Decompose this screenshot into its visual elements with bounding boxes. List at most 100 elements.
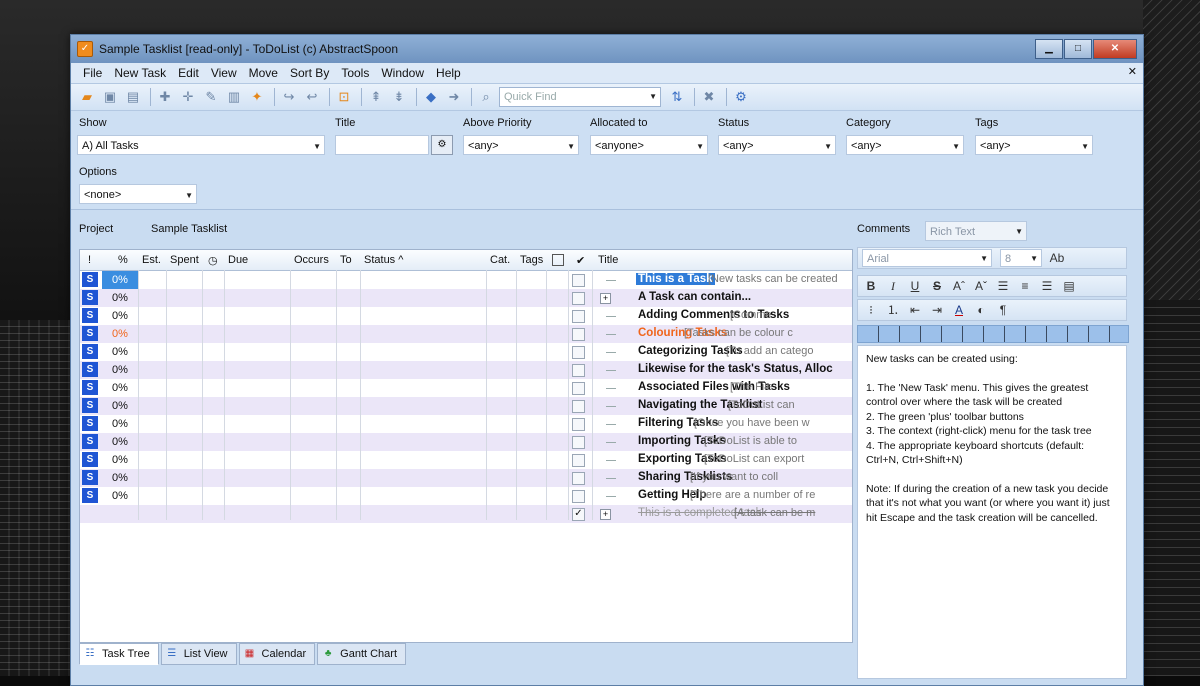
done-checkbox[interactable]: ✓ [572,508,585,521]
bold-icon[interactable]: B [862,277,880,295]
highlight-color-icon[interactable]: ◐ [972,301,990,319]
col-category[interactable]: Cat. [490,254,510,266]
font-combo[interactable]: Arial ▼ [862,249,992,267]
col-estimate[interactable]: Est. [142,254,161,266]
table-row[interactable]: S 0% Adding Comments to Tasks [Comme [80,307,852,325]
percent-cell[interactable]: 0% [102,415,138,433]
subscript-icon[interactable]: Aˇ [972,277,990,295]
justify-icon[interactable]: ▤ [1060,277,1078,295]
task-title[interactable]: Likewise for the task's Status, Alloc [638,363,833,375]
percent-cell[interactable]: 0% [102,271,138,289]
indent-icon[interactable]: ⇥ [928,301,946,319]
open-folder-icon[interactable]: ▰ [77,87,97,107]
table-row[interactable]: S 0% Categorizing Tasks [To add an catego [80,343,852,361]
text-effects-icon[interactable]: Ab [1048,249,1066,267]
col-done[interactable]: ✔ [576,254,585,267]
tab-task-tree[interactable]: ☷ Task Tree [79,643,159,665]
tools-icon[interactable]: ✖ [699,87,719,107]
col-status[interactable]: Status ^ [364,254,403,266]
percent-cell[interactable]: 0% [102,469,138,487]
menu-help[interactable]: Help [430,66,467,80]
menu-new-task[interactable]: New Task [108,66,172,80]
save-all-icon[interactable]: ▤ [123,87,143,107]
save-icon[interactable]: ▣ [100,87,120,107]
sort-icon[interactable]: ⇅ [667,87,687,107]
expand-icon[interactable]: + [600,509,611,520]
font-size-combo[interactable]: 8 ▼ [1000,249,1042,267]
move-down-icon[interactable]: ⇟ [389,87,409,107]
percent-cell[interactable]: 0% [102,343,138,361]
minimize-button[interactable]: ▁ [1035,39,1063,59]
col-occurs[interactable]: Occurs [294,254,329,266]
chevron-down-icon[interactable]: ▼ [649,88,657,106]
new-task-icon[interactable]: ✚ [155,87,175,107]
col-priority[interactable]: ! [88,254,91,266]
col-due[interactable]: Due [228,254,248,266]
underline-icon[interactable]: U [906,277,924,295]
tab-list-view[interactable]: ☰ List View [160,643,237,665]
col-clock[interactable]: ◷ [208,254,218,267]
move-up-icon[interactable]: ⇞ [366,87,386,107]
percent-cell[interactable]: 0% [102,397,138,415]
done-checkbox[interactable] [572,382,585,395]
col-title[interactable]: Title [598,254,618,266]
options-filter-combo[interactable]: <none> ▼ [79,184,197,204]
menu-move[interactable]: Move [243,66,284,80]
strikethrough-icon[interactable]: S [928,277,946,295]
done-checkbox[interactable] [572,364,585,377]
tab-calendar[interactable]: ▦ Calendar [238,643,316,665]
arrow-right-icon[interactable]: ➜ [444,87,464,107]
percent-cell[interactable]: 0% [102,307,138,325]
settings-gear-icon[interactable]: ⚙ [731,87,751,107]
expand-icon[interactable]: + [600,293,611,304]
percent-cell[interactable]: 0% [102,289,138,307]
done-checkbox[interactable] [572,490,585,503]
menu-file[interactable]: File [77,66,108,80]
arrow-left-icon[interactable]: ◆ [421,87,441,107]
task-title[interactable]: This is a Task [636,273,715,285]
done-checkbox[interactable] [572,346,585,359]
done-checkbox[interactable] [572,310,585,323]
bullet-list-icon[interactable]: ⁝ [862,301,880,319]
new-subtask-icon[interactable]: ✛ [178,87,198,107]
delete-icon[interactable]: ▥ [224,87,244,107]
menu-window[interactable]: Window [375,66,430,80]
quick-find-combo[interactable]: Quick Find ▼ [499,87,661,107]
comment-text-area[interactable]: New tasks can be created using: 1. The '… [857,345,1127,679]
superscript-icon[interactable]: Aˆ [950,277,968,295]
done-checkbox[interactable] [572,400,585,413]
clean-icon[interactable]: ✦ [247,87,267,107]
tab-gantt-chart[interactable]: ♣ Gantt Chart [317,643,407,665]
show-filter-combo[interactable]: A) All Tasks ▼ [77,135,325,155]
col-file-icon[interactable] [552,254,564,266]
edit-icon[interactable]: ✎ [201,87,221,107]
title-options-button[interactable]: ⚙ [431,135,453,155]
done-checkbox[interactable] [572,292,585,305]
percent-cell[interactable]: 0% [102,379,138,397]
menu-sort-by[interactable]: Sort By [284,66,335,80]
table-row[interactable]: S 0% Navigating the Tasklist [ToDoList can [80,397,852,415]
table-row[interactable]: S 0% Sharing Tasklists [If you want to coll [80,469,852,487]
percent-cell[interactable]: 0% [102,451,138,469]
percent-cell[interactable]: 0% [102,433,138,451]
done-checkbox[interactable] [572,472,585,485]
maximize-view-icon[interactable]: ⊡ [334,87,354,107]
table-row[interactable]: S 0% Importing Tasks [ToDoList is able to [80,433,852,451]
col-tags[interactable]: Tags [520,254,543,266]
tags-filter-combo[interactable]: <any> ▼ [975,135,1093,155]
done-checkbox[interactable] [572,328,585,341]
col-percent[interactable]: % [118,254,128,266]
align-left-icon[interactable]: ☰ [994,277,1012,295]
table-row[interactable]: S 0% Colouring Tasks [Tasks can be colour c [80,325,852,343]
close-doc-icon[interactable]: ✕ [1128,65,1137,78]
task-title[interactable]: A Task can contain... [638,291,751,303]
title-filter-input[interactable] [335,135,429,155]
italic-icon[interactable]: I [884,277,902,295]
percent-cell[interactable] [102,505,138,523]
comment-format-combo[interactable]: Rich Text ▼ [925,221,1027,241]
menu-view[interactable]: View [205,66,243,80]
find-icon[interactable]: ⌕ [476,87,496,107]
done-checkbox[interactable] [572,274,585,287]
table-row[interactable]: S 0% Getting Help [There are a number of re [80,487,852,505]
font-color-icon[interactable]: A [950,301,968,319]
